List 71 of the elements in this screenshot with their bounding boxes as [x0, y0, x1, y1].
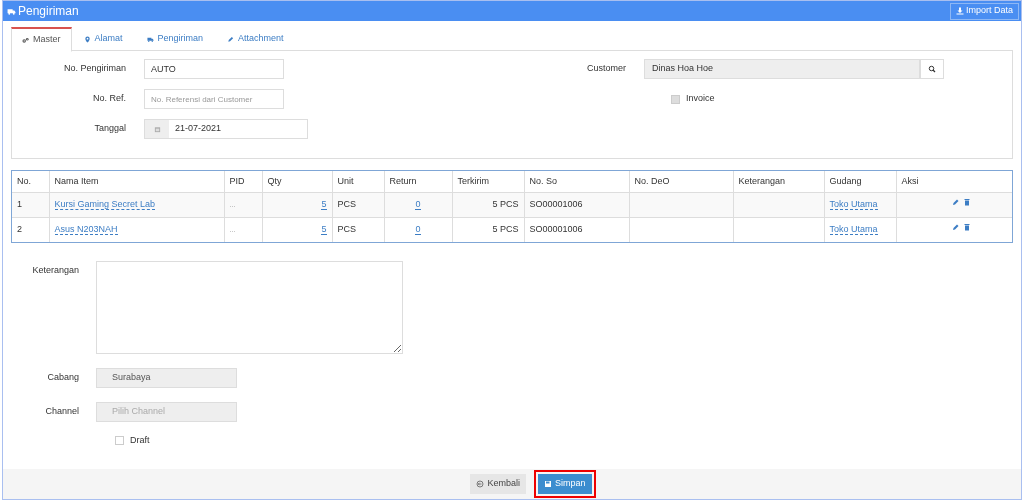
delete-button[interactable] [962, 197, 971, 206]
field-label: Keterangan [31, 264, 79, 277]
tab[interactable]: Attachment [215, 27, 296, 51]
column-header: No. DeO [629, 171, 733, 192]
truck-icon [7, 6, 16, 16]
column-header: Gudang [824, 171, 896, 192]
cabang-select[interactable]: Surabaya [96, 368, 237, 388]
no-pengiriman-field[interactable]: AUTO [144, 59, 284, 79]
field-label: Cabang [46, 371, 79, 385]
item-link[interactable]: Asus N203NAH [54, 223, 118, 235]
trash-icon [962, 222, 971, 231]
editable-value[interactable]: 5 [321, 223, 327, 235]
column-header: Aksi [896, 171, 1012, 192]
trash-icon [962, 197, 971, 206]
table-cell: 5 PCS [492, 223, 519, 234]
table-cell: 2 [17, 223, 22, 234]
checkbox-label: Draft [130, 434, 150, 447]
table-cell: PCS [337, 223, 356, 234]
table-cell: SO00001006 [529, 198, 583, 209]
date-field[interactable]: 21-07-2021 [144, 119, 308, 139]
page-title: Pengiriman [18, 3, 79, 20]
column-header: Nama Item [49, 171, 224, 192]
tab[interactable]: Alamat [71, 27, 135, 51]
back-arrow-icon [476, 480, 485, 488]
column-header: No. [12, 171, 49, 192]
item-link[interactable]: Kursi Gaming Secret Lab [54, 198, 156, 210]
truck-icon [146, 35, 154, 43]
back-button[interactable]: Kembali [470, 474, 526, 494]
table-cell: 1 [17, 198, 22, 209]
draft-checkbox[interactable] [115, 436, 124, 446]
column-header: Return [384, 171, 452, 192]
editable-value[interactable]: 0 [415, 198, 421, 210]
save-button[interactable]: Simpan [538, 474, 592, 494]
search-icon [928, 65, 936, 73]
column-header: Qty [262, 171, 332, 192]
edit-button[interactable] [951, 222, 960, 231]
column-header: No. So [524, 171, 629, 192]
table-cell: PCS [337, 198, 356, 209]
column-header: Terkirim [452, 171, 524, 192]
field-label: Channel [44, 405, 79, 419]
search-button[interactable] [920, 59, 944, 79]
table-cell: SO00001006 [529, 223, 583, 234]
tab[interactable]: Master [11, 27, 72, 52]
no-ref-field[interactable]: No. Referensi dari Customer [144, 89, 284, 109]
calendar-icon [153, 125, 161, 133]
editable-value[interactable]: 0 [415, 223, 421, 235]
editable-value[interactable]: 5 [321, 198, 327, 210]
download-icon [955, 7, 964, 15]
column-header: Keterangan [733, 171, 824, 192]
customer-select[interactable]: Dinas Hoa Hoe [644, 59, 920, 79]
tab[interactable]: Pengiriman [134, 27, 216, 51]
field-label: No. Ref. [92, 92, 126, 106]
edit-button[interactable] [951, 197, 960, 206]
pencil-icon [951, 197, 960, 206]
import-data-button[interactable]: Import Data [949, 2, 1019, 20]
map-pin-icon [83, 35, 91, 43]
delete-button[interactable] [962, 222, 971, 231]
table-cell: 5 PCS [492, 198, 519, 209]
floppy-icon [544, 480, 552, 488]
checkbox-label: Invoice [686, 92, 715, 106]
invoice-checkbox[interactable] [671, 94, 680, 104]
field-label: Tanggal [93, 122, 126, 136]
column-header: Unit [332, 171, 384, 192]
pencil-icon [227, 35, 235, 43]
gudang-link[interactable]: Toko Utama [829, 198, 878, 210]
gears-icon [22, 36, 29, 44]
field-label: No. Pengiriman [62, 62, 126, 76]
column-header: PID [224, 171, 262, 192]
gudang-link[interactable]: Toko Utama [829, 223, 878, 235]
pencil-icon [951, 222, 960, 231]
field-label: Customer [586, 62, 626, 76]
